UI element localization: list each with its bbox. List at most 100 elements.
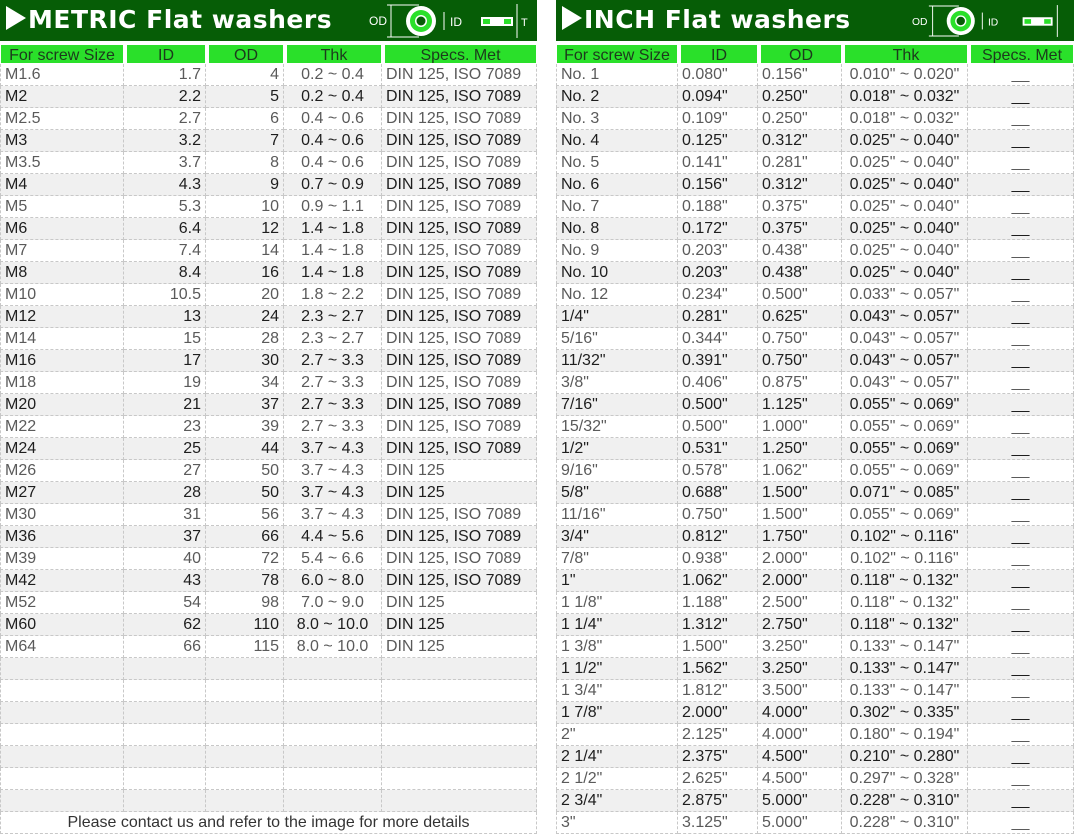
table-cell: 3.7 ~ 4.3 bbox=[284, 438, 382, 460]
table-cell: 0.531" bbox=[678, 438, 758, 460]
table-cell: __ bbox=[968, 746, 1074, 768]
table-cell: 0.102" ~ 0.116" bbox=[842, 526, 968, 548]
table-row: No. 9 0.203" 0.438" 0.025" ~ 0.040" __ bbox=[556, 240, 1074, 262]
table-cell: 0.172" bbox=[678, 218, 758, 240]
table-cell: 2.000" bbox=[678, 702, 758, 724]
table-cell: 4.000" bbox=[758, 702, 842, 724]
table-cell: DIN 125, ISO 7089 bbox=[382, 174, 537, 196]
table-cell: 7.0 ~ 9.0 bbox=[284, 592, 382, 614]
table-cell: 8.0 ~ 10.0 bbox=[284, 636, 382, 658]
table-row: 2" 2.125" 4.000" 0.180" ~ 0.194" __ bbox=[556, 724, 1074, 746]
table-row: 1/2" 0.531" 1.250" 0.055" ~ 0.069" __ bbox=[556, 438, 1074, 460]
table-cell: 19 bbox=[124, 372, 206, 394]
table-cell: DIN 125, ISO 7089 bbox=[382, 130, 537, 152]
table-row: 1 1/8" 1.188" 2.500" 0.118" ~ 0.132" __ bbox=[556, 592, 1074, 614]
table-cell: 0.688" bbox=[678, 482, 758, 504]
table-cell: 1.7 bbox=[124, 64, 206, 86]
table-cell: DIN 125, ISO 7089 bbox=[382, 548, 537, 570]
table-cell: 0.033" ~ 0.057" bbox=[842, 284, 968, 306]
table-cell: 3.2 bbox=[124, 130, 206, 152]
table-cell: 30 bbox=[206, 350, 284, 372]
table-row: M12 13 24 2.3 ~ 2.7 DIN 125, ISO 7089 bbox=[0, 306, 537, 328]
table-cell: 7 bbox=[206, 130, 284, 152]
table-cell: 0.094" bbox=[678, 86, 758, 108]
table-cell: 50 bbox=[206, 482, 284, 504]
table-row: M27 28 50 3.7 ~ 4.3 DIN 125 bbox=[0, 482, 537, 504]
table-row: 2 3/4" 2.875" 5.000" 0.228" ~ 0.310" __ bbox=[556, 790, 1074, 812]
table-cell: 0.055" ~ 0.069" bbox=[842, 438, 968, 460]
table-cell: 17 bbox=[124, 350, 206, 372]
table-cell: 110 bbox=[206, 614, 284, 636]
table-cell: __ bbox=[968, 240, 1074, 262]
table-row: M6 6.4 12 1.4 ~ 1.8 DIN 125, ISO 7089 bbox=[0, 218, 537, 240]
table-cell: 0.055" ~ 0.069" bbox=[842, 504, 968, 526]
table-cell: DIN 125, ISO 7089 bbox=[382, 64, 537, 86]
table-cell: __ bbox=[968, 86, 1074, 108]
table-cell: 1/2" bbox=[556, 438, 678, 460]
table-cell bbox=[0, 790, 124, 812]
table-cell: DIN 125, ISO 7089 bbox=[382, 526, 537, 548]
table-cell: 1.562" bbox=[678, 658, 758, 680]
table-cell: 23 bbox=[124, 416, 206, 438]
table-cell: No. 9 bbox=[556, 240, 678, 262]
table-cell: 1.500" bbox=[758, 482, 842, 504]
inch-header-row: For screw Size ID OD Thk Specs. Met bbox=[556, 42, 1074, 64]
table-cell: 0.210" ~ 0.280" bbox=[842, 746, 968, 768]
table-cell bbox=[124, 702, 206, 724]
table-cell: 0.025" ~ 0.040" bbox=[842, 218, 968, 240]
table-row: 5/16" 0.344" 0.750" 0.043" ~ 0.057" __ bbox=[556, 328, 1074, 350]
table-cell: 1.500" bbox=[758, 504, 842, 526]
table-cell: 5.000" bbox=[758, 790, 842, 812]
table-cell: 72 bbox=[206, 548, 284, 570]
table-cell: 13 bbox=[124, 306, 206, 328]
table-cell: 2.625" bbox=[678, 768, 758, 790]
table-row: 3" 3.125" 5.000" 0.228" ~ 0.310" __ bbox=[556, 812, 1074, 834]
table-cell: No. 5 bbox=[556, 152, 678, 174]
table-cell bbox=[0, 658, 124, 680]
table-cell: 0.2 ~ 0.4 bbox=[284, 86, 382, 108]
table-row: 2 1/2" 2.625" 4.500" 0.297" ~ 0.328" __ bbox=[556, 768, 1074, 790]
table-cell: __ bbox=[968, 218, 1074, 240]
table-row: No. 8 0.172" 0.375" 0.025" ~ 0.040" __ bbox=[556, 218, 1074, 240]
table-row: 7/16" 0.500" 1.125" 0.055" ~ 0.069" __ bbox=[556, 394, 1074, 416]
table-cell: __ bbox=[968, 416, 1074, 438]
table-cell: 0.875" bbox=[758, 372, 842, 394]
table-cell: __ bbox=[968, 504, 1074, 526]
table-cell: 1.125" bbox=[758, 394, 842, 416]
table-cell: 56 bbox=[206, 504, 284, 526]
table-cell bbox=[206, 768, 284, 790]
table-cell: 6 bbox=[206, 108, 284, 130]
table-cell: 1 1/2" bbox=[556, 658, 678, 680]
table-cell: 0.344" bbox=[678, 328, 758, 350]
table-cell bbox=[124, 724, 206, 746]
table-cell: 1.8 ~ 2.2 bbox=[284, 284, 382, 306]
table-cell: No. 8 bbox=[556, 218, 678, 240]
table-row: 3/8" 0.406" 0.875" 0.043" ~ 0.057" __ bbox=[556, 372, 1074, 394]
table-row: M8 8.4 16 1.4 ~ 1.8 DIN 125, ISO 7089 bbox=[0, 262, 537, 284]
table-cell: 62 bbox=[124, 614, 206, 636]
table-row: M42 43 78 6.0 ~ 8.0 DIN 125, ISO 7089 bbox=[0, 570, 537, 592]
table-cell bbox=[0, 768, 124, 790]
table-row: M39 40 72 5.4 ~ 6.6 DIN 125, ISO 7089 bbox=[0, 548, 537, 570]
table-cell: 0.025" ~ 0.040" bbox=[842, 196, 968, 218]
table-cell: 10 bbox=[206, 196, 284, 218]
table-cell: 0.071" ~ 0.085" bbox=[842, 482, 968, 504]
table-cell: 40 bbox=[124, 548, 206, 570]
metric-table-body: For screw Size ID OD Thk Specs. Met M1.6 1.7 4 0… bbox=[0, 42, 537, 812]
table-cell: M24 bbox=[0, 438, 124, 460]
table-cell bbox=[382, 768, 537, 790]
table-cell: 12 bbox=[206, 218, 284, 240]
metric-header-row: For screw Size ID OD Thk Specs. Met bbox=[0, 42, 537, 64]
table-cell: DIN 125, ISO 7089 bbox=[382, 394, 537, 416]
table-cell: M16 bbox=[0, 350, 124, 372]
table-cell: 3.7 ~ 4.3 bbox=[284, 460, 382, 482]
table-cell: 15 bbox=[124, 328, 206, 350]
table-cell bbox=[206, 724, 284, 746]
table-cell: DIN 125, ISO 7089 bbox=[382, 152, 537, 174]
table-cell: M26 bbox=[0, 460, 124, 482]
t-label: T bbox=[521, 17, 528, 29]
table-cell bbox=[284, 746, 382, 768]
table-cell: 0.4 ~ 0.6 bbox=[284, 152, 382, 174]
table-cell bbox=[284, 658, 382, 680]
table-cell bbox=[206, 746, 284, 768]
